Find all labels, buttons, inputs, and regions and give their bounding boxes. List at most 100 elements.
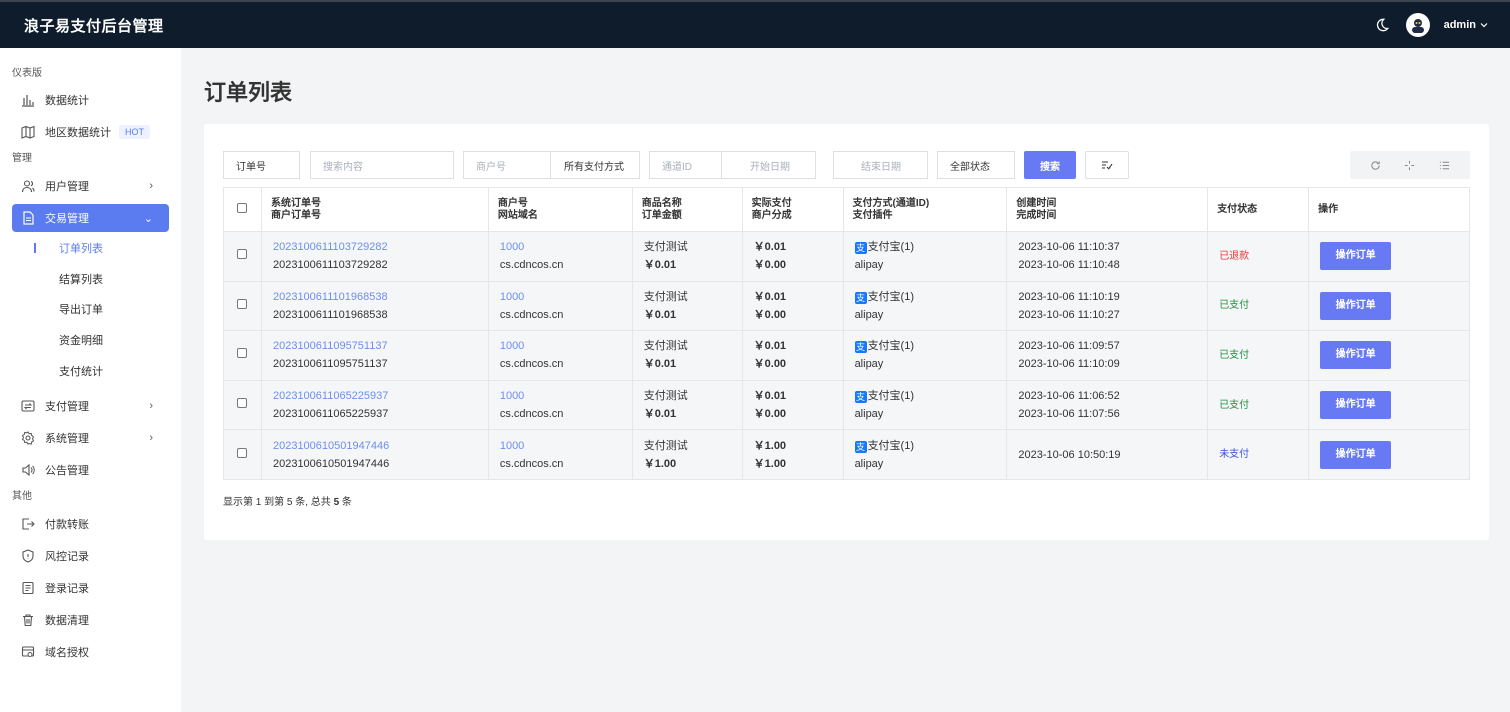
trade-no-link[interactable]: 2023100611095751137 (273, 340, 388, 352)
header-line: 支付方式(通道ID) (852, 197, 930, 209)
pay-type: 支付宝(1) (867, 241, 915, 254)
sidebar-sub-settle-list[interactable]: 结算列表 (0, 264, 181, 295)
sidebar-item-payment[interactable]: 支付管理 › (0, 392, 181, 420)
trade-no-link[interactable]: 2023100611101968538 (273, 291, 388, 303)
speaker-icon (20, 462, 36, 478)
create-time: 2023-10-06 10:50:19 (1018, 448, 1121, 461)
pay-type-select[interactable]: 所有支付方式 (550, 151, 640, 179)
sidebar-item-system[interactable]: 系统管理 › (0, 424, 181, 452)
trade-no-link[interactable]: 2023100610501947446 (273, 440, 389, 452)
site-domain: cs.cdncos.cn (499, 457, 564, 470)
order-no-cell: 2023100611101968538 2023100611101968538 (260, 280, 489, 332)
row-select-cell (223, 379, 262, 431)
row-checkbox[interactable] (237, 249, 247, 260)
avatar-icon (1411, 19, 1424, 33)
row-checkbox[interactable] (237, 398, 247, 409)
end-date-input[interactable]: 结束日期 (833, 151, 928, 179)
operate-order-button[interactable]: 操作订单 (1320, 341, 1392, 370)
site-domain: cs.cdncos.cn (499, 358, 564, 371)
order-table: 系统订单号 商户订单号 商户号 网站域名 商品名称 订单金额 实际支付 商户分成 支付方… (223, 187, 1470, 480)
select-all-checkbox[interactable] (237, 202, 247, 213)
col-order-no: 系统订单号 商户订单号 (260, 187, 489, 232)
top-bar: 浪子易支付后台管理 admin (0, 0, 1510, 48)
product-name: 支付测试 (643, 241, 688, 254)
alipay-icon: 支 (854, 391, 867, 404)
sidebar-item-label: 域名授权 (45, 646, 89, 659)
row-select-cell (223, 280, 262, 332)
order-amount: ￥0.01 (643, 259, 677, 272)
start-date-input[interactable]: 开始日期 (721, 151, 816, 179)
sidebar-item-region-stats[interactable]: 地区数据统计 HOT (0, 118, 181, 146)
header-line: 完成时间 (1016, 209, 1057, 221)
product-name: 支付测试 (643, 439, 688, 452)
finish-time: 2023-10-06 11:10:27 (1018, 308, 1120, 321)
refresh-icon[interactable] (1370, 160, 1381, 171)
chevron-right-icon: › (149, 431, 153, 444)
merchant-link[interactable]: 1000 (500, 291, 524, 303)
row-checkbox[interactable] (237, 298, 247, 309)
sidebar-sub-export-orders[interactable]: 导出订单 (0, 294, 181, 325)
header-line: 创建时间 (1016, 197, 1057, 209)
search-type-select[interactable]: 订单号 (223, 151, 300, 179)
merchant-cell: 1000 cs.cdncos.cn (487, 379, 633, 431)
operate-order-button[interactable]: 操作订单 (1320, 440, 1392, 469)
site-domain: cs.cdncos.cn (499, 308, 564, 321)
user-menu[interactable]: admin (1444, 19, 1488, 31)
status-cell: 未支付 (1207, 429, 1310, 480)
header-line: 商户号 (497, 197, 528, 209)
column-toggle-button[interactable] (1085, 151, 1129, 179)
avatar[interactable] (1405, 13, 1430, 37)
create-time: 2023-10-06 11:10:37 (1018, 241, 1120, 254)
sidebar-sub-pay-stats[interactable]: 支付统计 (0, 355, 181, 386)
pay-type: 支付宝(1) (867, 290, 915, 303)
pay-plugin: alipay (854, 308, 884, 321)
status-select[interactable]: 全部状态 (937, 151, 1015, 179)
sidebar-item-data-clean[interactable]: 数据清理 (0, 606, 181, 634)
row-checkbox[interactable] (237, 447, 247, 458)
channel-input[interactable]: 通道ID (649, 151, 722, 179)
trade-no-link[interactable]: 2023100611065225937 (273, 390, 388, 402)
sidebar-item-risk[interactable]: 风控记录 (0, 542, 181, 570)
log-icon (20, 580, 36, 596)
header-line: 商户分成 (751, 209, 792, 221)
search-button[interactable]: 搜索 (1024, 151, 1076, 179)
sidebar-item-trade[interactable]: 交易管理 ⌄ (12, 204, 169, 232)
operate-order-button[interactable]: 操作订单 (1320, 291, 1392, 320)
chevron-down-icon: ⌄ (143, 212, 153, 225)
merchant-input[interactable]: 商户号 (463, 151, 551, 179)
table-row: 2023100611095751137 2023100611095751137 10… (223, 330, 1470, 381)
out-trade-no: 2023100610501947446 (272, 457, 390, 470)
product-cell: 支付测试 ￥0.01 (631, 330, 743, 381)
dark-mode-toggle[interactable] (1368, 11, 1396, 39)
product-cell: 支付测试 ￥0.01 (631, 231, 743, 282)
merchant-link[interactable]: 1000 (500, 390, 524, 402)
chevron-down-icon (1480, 23, 1488, 28)
sidebar-sub-order-list[interactable]: 订单列表 (0, 233, 181, 264)
merchant-link[interactable]: 1000 (500, 340, 524, 352)
merchant-link[interactable]: 1000 (500, 440, 524, 452)
sidebar-item-domain-auth[interactable]: 域名授权 (0, 638, 181, 666)
header-line: 网站域名 (497, 209, 538, 221)
product-cell: 支付测试 ￥0.01 (631, 280, 743, 332)
sidebar-item-label: 支付管理 (45, 400, 89, 413)
operate-order-button[interactable]: 操作订单 (1320, 391, 1392, 420)
sidebar-item-login-log[interactable]: 登录记录 (0, 574, 181, 602)
finish-time: 2023-10-06 11:10:48 (1018, 259, 1120, 272)
list-icon[interactable] (1439, 160, 1450, 171)
keyword-input[interactable]: 搜索内容 (310, 151, 454, 179)
sidebar-item-stats[interactable]: 数据统计 (0, 86, 181, 114)
row-checkbox[interactable] (237, 348, 247, 359)
paid-cell: ￥0.01 ￥0.00 (741, 330, 844, 381)
paid-cell: ￥1.00 ￥1.00 (741, 429, 844, 480)
fullscreen-icon[interactable] (1404, 160, 1415, 171)
operate-order-button[interactable]: 操作订单 (1320, 242, 1392, 271)
merchant-link[interactable]: 1000 (500, 241, 524, 253)
sidebar-item-transfer[interactable]: 付款转账 (0, 510, 181, 538)
sidebar-item-label: 公告管理 (45, 464, 89, 477)
paid-cell: ￥0.01 ￥0.00 (741, 379, 844, 431)
sidebar-sub-fund-detail[interactable]: 资金明细 (0, 325, 181, 356)
shield-icon (20, 548, 36, 564)
trade-no-link[interactable]: 2023100611103729282 (273, 241, 388, 253)
sidebar-item-notice[interactable]: 公告管理 (0, 456, 181, 484)
sidebar-item-users[interactable]: 用户管理 › (0, 172, 181, 200)
